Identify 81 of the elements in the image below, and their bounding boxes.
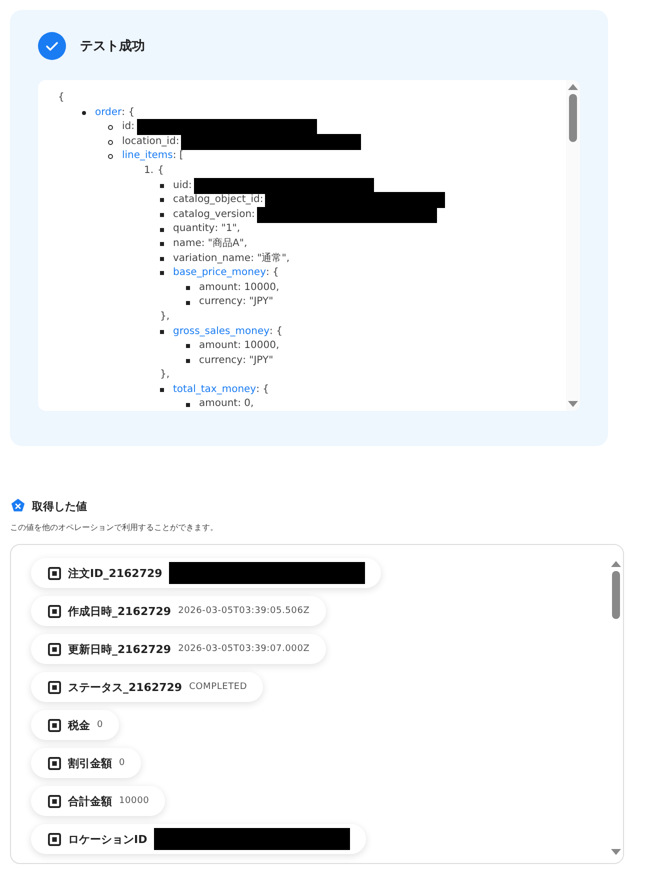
section-title: 取得した値 — [32, 498, 87, 514]
json-value: : — [176, 134, 180, 149]
square-icon — [48, 718, 61, 732]
json-key-link[interactable]: base_price_money — [173, 266, 266, 281]
value-chip[interactable]: ロケーションID — [31, 824, 366, 854]
json-key: uid — [173, 178, 188, 194]
bullet-icon — [108, 140, 113, 145]
bullet-icon — [160, 388, 164, 392]
json-value: : — [188, 178, 192, 193]
json-value: : { — [270, 324, 282, 338]
bullet-icon — [160, 271, 164, 276]
section-description: この値を他のオペレーションで利用することができます。 — [10, 522, 219, 533]
json-text: }, — [160, 368, 170, 382]
json-value: : 10000, — [238, 280, 280, 295]
square-icon — [48, 680, 61, 694]
json-key: id — [122, 120, 132, 135]
square-icon — [48, 832, 61, 846]
json-value: : [ — [172, 149, 184, 164]
square-icon — [48, 604, 61, 618]
bullet-icon — [108, 124, 113, 130]
bullet-icon — [160, 213, 164, 218]
bullet-icon — [160, 242, 164, 246]
json-key: variation_name — [173, 252, 251, 266]
json-key: currency — [199, 295, 243, 310]
result-title: テスト成功 — [80, 38, 145, 55]
bullet-icon — [186, 344, 190, 348]
json-key: currency — [199, 354, 243, 368]
json-value: : { — [256, 382, 270, 397]
bullet-icon — [186, 402, 190, 407]
square-icon — [48, 642, 61, 656]
scrollbar[interactable] — [566, 80, 580, 411]
json-key: catalog_version — [173, 208, 252, 222]
json-text: }, — [160, 310, 170, 324]
json-value: : — [260, 193, 264, 208]
bullet-icon — [160, 228, 164, 232]
json-key: amount — [199, 339, 238, 354]
json-key-link[interactable]: gross_sales_money — [173, 324, 270, 340]
json-value: : { — [122, 106, 135, 120]
json-value: { — [158, 164, 164, 178]
json-value: : "1", — [214, 222, 240, 236]
json-value: : — [131, 120, 135, 134]
json-key: catalog_object_id — [173, 193, 260, 208]
square-icon — [48, 794, 61, 808]
value-chip[interactable]: 更新日時_2162729 2026-03-05T03:39:07.000Z — [31, 634, 326, 664]
bullet-icon — [108, 154, 113, 160]
json-text: { — [58, 91, 64, 105]
square-icon — [48, 756, 61, 770]
json-value: : "通常", — [250, 252, 290, 266]
list-number: 1. — [144, 164, 154, 178]
json-key-link[interactable]: order — [95, 106, 122, 120]
square-icon — [48, 566, 61, 580]
bullet-icon — [186, 300, 190, 305]
json-key: location_id — [122, 134, 176, 150]
bullet-icon — [186, 358, 190, 363]
scrollbar[interactable] — [609, 545, 623, 863]
cross-badge-icon — [10, 498, 26, 514]
bullet-icon — [160, 184, 164, 188]
bullet-icon — [186, 286, 190, 290]
value-chip[interactable]: 税金 0 — [31, 710, 120, 740]
json-value: : — [252, 208, 255, 222]
value-chip[interactable]: 合計金額 10000 — [31, 786, 166, 816]
json-value: : 10000, — [238, 339, 280, 354]
json-value: : 0, — [238, 397, 254, 411]
value-chip[interactable]: 作成日時_2162729 2026-03-05T03:39:05.506Z — [31, 596, 326, 626]
json-value: : "商品A", — [201, 236, 248, 251]
json-key: amount — [199, 397, 238, 411]
bullet-icon — [160, 198, 164, 202]
json-key: name — [173, 236, 202, 252]
bullet-icon — [82, 110, 86, 115]
json-key: quantity — [173, 222, 215, 237]
json-key-link[interactable]: total_tax_money — [173, 382, 256, 398]
json-value: : "JPY" — [242, 295, 274, 310]
bullet-icon — [160, 330, 164, 334]
json-value: : { — [266, 266, 279, 280]
json-value: : "JPY" — [242, 354, 274, 368]
json-key-link[interactable]: line_items — [122, 149, 173, 164]
value-chip[interactable]: 割引金額 0 — [31, 748, 142, 778]
bullet-icon — [160, 256, 164, 261]
value-chip[interactable]: 注文ID_2162729 — [31, 558, 382, 588]
json-key: amount — [199, 280, 238, 296]
value-chip[interactable]: ステータス_2162729 COMPLETED — [31, 672, 264, 702]
